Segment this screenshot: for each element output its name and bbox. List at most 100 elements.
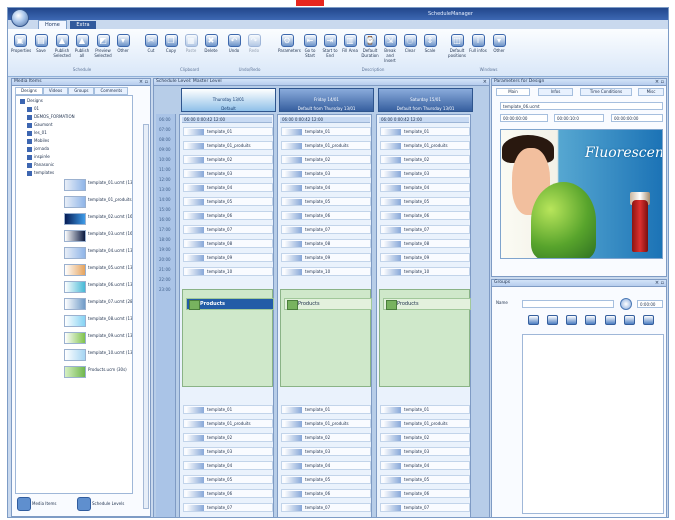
schedule-item[interactable]: template_07 [281, 503, 371, 512]
group-close-button[interactable] [643, 315, 654, 325]
schedule-item[interactable]: template_01 [281, 405, 371, 414]
products-item-selected[interactable]: Products [186, 298, 274, 310]
scale-button[interactable]: ⇕ Scale [421, 34, 439, 53]
tab-home[interactable]: Home [38, 20, 67, 29]
undo-button[interactable]: ↶ Undo [225, 34, 243, 53]
delete-button[interactable]: ✖ Delete [202, 34, 220, 53]
fill-area-button[interactable]: ▥ Fill Area [341, 34, 359, 53]
schedule-item[interactable]: template_01_produits [281, 419, 371, 428]
media-file-item[interactable]: template_08.ucmt (13s) [88, 316, 132, 325]
schedule-item[interactable]: template_03 [281, 447, 371, 456]
schedule-column-thursday[interactable]: 06:00 0:00:42 12:00 template_01 template… [179, 114, 274, 517]
schedule-item[interactable]: template_10 [380, 267, 470, 276]
panel-close-icon[interactable]: × ▫ [655, 79, 664, 85]
full-infos-button[interactable]: i Full infos [469, 34, 487, 53]
schedule-column-saturday[interactable]: 06:00 0:00:42 12:00 template_01 template… [376, 114, 471, 517]
schedule-item[interactable]: template_01 [380, 405, 470, 414]
tree-item-selected[interactable]: templates [27, 170, 54, 179]
day-header-friday[interactable]: Friday 14/01 Default from Thursday 13/01 [279, 88, 374, 112]
schedule-item[interactable]: template_07 [380, 225, 470, 234]
schedule-item[interactable]: template_05 [380, 475, 470, 484]
schedule-item[interactable]: template_05 [281, 475, 371, 484]
panel-close-icon[interactable]: × [483, 79, 487, 85]
media-tree[interactable]: Designs 01 DEMOS_FORMATION Gaumont les_0… [15, 95, 133, 494]
schedule-item[interactable]: template_06 [380, 211, 470, 220]
media-file-item[interactable]: Products.ucm (30s) [88, 367, 127, 376]
schedule-item[interactable]: template_04 [281, 461, 371, 470]
parameters-button[interactable]: ⚙ Parameters [278, 34, 301, 53]
schedule-item[interactable]: template_07 [183, 225, 273, 234]
schedule-column-friday[interactable]: 06:00 0:00:42 12:00 template_01 template… [277, 114, 372, 517]
schedule-item[interactable]: template_02 [183, 433, 273, 442]
schedule-item[interactable]: template_05 [281, 197, 371, 206]
schedule-item[interactable]: template_01 [281, 127, 371, 136]
schedule-item[interactable]: template_03 [183, 447, 273, 456]
schedule-item[interactable]: template_03 [183, 169, 273, 178]
schedule-other-button[interactable]: ▾ Other [114, 34, 132, 53]
media-file-item[interactable]: template_01.ucmt (13s) [88, 180, 132, 189]
day-header-saturday[interactable]: Saturday 15/01 Default from Thursday 13/0… [378, 88, 473, 112]
media-file-item[interactable]: template_03.ucmt (16s) [88, 231, 132, 240]
products-item[interactable]: Products [383, 298, 471, 310]
save-button[interactable]: ▤ Save [32, 34, 50, 53]
media-file-item[interactable]: template_04.ucmt (13s) [88, 248, 132, 257]
schedule-item[interactable]: template_07 [281, 225, 371, 234]
media-items-tab[interactable]: Media Items [17, 496, 56, 512]
schedule-item[interactable]: template_08 [380, 239, 470, 248]
group-edit-button[interactable] [605, 315, 616, 325]
publish-selected-button[interactable]: ▲ Publish Selected [53, 34, 71, 58]
schedule-item[interactable]: template_04 [380, 183, 470, 192]
schedule-item[interactable]: template_07 [183, 503, 273, 512]
paste-button[interactable]: ▦ Paste [182, 34, 200, 53]
schedule-item[interactable]: template_06 [183, 211, 273, 220]
schedule-item[interactable]: template_04 [380, 461, 470, 470]
schedule-item[interactable]: template_01 [183, 127, 273, 136]
schedule-item[interactable]: template_01 [183, 405, 273, 414]
schedule-item[interactable]: template_10 [281, 267, 371, 276]
schedule-item[interactable]: template_01_produits [380, 141, 470, 150]
schedule-item[interactable]: template_02 [281, 433, 371, 442]
products-block[interactable]: Products [182, 289, 274, 387]
schedule-item[interactable]: template_04 [183, 183, 273, 192]
schedule-levels-tab[interactable]: Schedule Levels [77, 496, 124, 512]
schedule-item[interactable]: template_06 [380, 489, 470, 498]
schedule-item[interactable]: template_01_produits [183, 419, 273, 428]
group-content-list[interactable] [522, 334, 664, 514]
start-to-end-button[interactable]: ⇥ Start to End [321, 34, 339, 58]
schedule-item[interactable]: template_01_produits [380, 419, 470, 428]
media-file-item[interactable]: template_07.ucmt (28s) [88, 299, 132, 308]
media-file-item[interactable]: template_09.ucmt (13s) [88, 333, 132, 342]
day-header-thursday[interactable]: Thursday 13/01 Default [181, 88, 276, 112]
windows-other-button[interactable]: ▾ Other [490, 34, 508, 53]
tab-misc[interactable]: Misc [638, 88, 664, 96]
tab-videos[interactable]: Videos [42, 87, 69, 95]
schedule-item[interactable]: template_05 [183, 475, 273, 484]
media-file-item[interactable]: template_02.ucmt (16s) [88, 214, 132, 223]
break-insert-button[interactable]: ⇲ Break and Insert [381, 34, 399, 63]
tab-comments[interactable]: Comments [94, 87, 129, 95]
schedule-item[interactable]: template_02 [281, 155, 371, 164]
default-duration-button[interactable]: ⌚ Default Duration [361, 34, 379, 58]
products-block[interactable]: Products [280, 289, 372, 387]
tab-time-conditions[interactable]: Time Conditions [580, 88, 632, 96]
default-positions-button[interactable]: ◫ Default positions [448, 34, 466, 58]
schedule-item[interactable]: template_09 [183, 253, 273, 262]
tab-groups[interactable]: Groups [68, 87, 95, 95]
schedule-item[interactable]: template_06 [183, 489, 273, 498]
media-scrollbar[interactable] [143, 124, 149, 509]
media-file-item[interactable]: template_06.ucmt (13s) [88, 282, 132, 291]
end-time-field[interactable]: 00:00:00:00 [611, 114, 663, 122]
schedule-item[interactable]: template_04 [183, 461, 273, 470]
schedule-item[interactable]: template_08 [281, 239, 371, 248]
schedule-item[interactable]: template_05 [380, 197, 470, 206]
group-move-button[interactable] [624, 315, 635, 325]
schedule-item[interactable]: template_02 [183, 155, 273, 164]
schedule-item[interactable]: template_02 [380, 155, 470, 164]
panel-close-icon[interactable]: × ▫ [655, 280, 664, 286]
schedule-item[interactable]: template_10 [183, 267, 273, 276]
media-file-item[interactable]: template_01_produits.ucm [88, 197, 132, 206]
schedule-item[interactable]: template_09 [281, 253, 371, 262]
schedule-item[interactable]: template_09 [380, 253, 470, 262]
properties-button[interactable]: ▣ Properties [11, 34, 31, 53]
schedule-item[interactable]: template_05 [183, 197, 273, 206]
